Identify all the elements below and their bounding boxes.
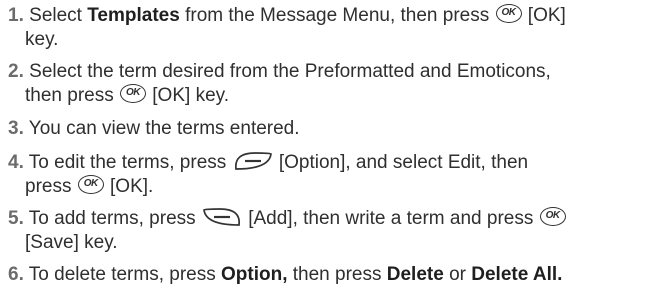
step-text: [OK] bbox=[522, 5, 566, 26]
step-1: 1. Select Templates from the Message Men… bbox=[8, 4, 640, 51]
step-text: [Add], then write a term and press bbox=[242, 208, 539, 229]
step-text: To delete terms, press bbox=[28, 264, 221, 285]
step-number: 3. bbox=[8, 118, 24, 139]
ok-key-label: OK bbox=[83, 177, 99, 189]
step-text: or bbox=[443, 264, 472, 285]
step-number: 4. bbox=[8, 152, 24, 173]
step-text: key. bbox=[25, 28, 59, 50]
step-line: 2. Select the term desired from the Pref… bbox=[8, 60, 640, 84]
step-line: press OK [OK]. bbox=[8, 174, 640, 199]
step-4: 4. To edit the terms, press [Option], an… bbox=[8, 150, 640, 198]
right-soft-key-icon bbox=[203, 208, 240, 226]
step-text: To edit the terms, press bbox=[28, 152, 232, 173]
step-line: 5. To add terms, press [Add], then write… bbox=[8, 206, 640, 231]
step-text-bold: Option, bbox=[221, 264, 288, 285]
step-line: key. bbox=[8, 28, 640, 52]
step-line: 3. You can view the terms entered. bbox=[8, 117, 640, 141]
step-text: Select the term desired from the Preform… bbox=[29, 61, 551, 82]
step-text: then press bbox=[25, 84, 119, 106]
step-6: 6. To delete terms, press Option, then p… bbox=[8, 263, 640, 287]
ok-key-label: OK bbox=[501, 7, 517, 18]
step-5: 5. To add terms, press [Add], then write… bbox=[8, 206, 640, 254]
step-text: [Option], and select Edit, then bbox=[273, 152, 529, 173]
step-text: To add terms, press bbox=[28, 208, 201, 229]
step-text-bold: Templates bbox=[87, 5, 180, 26]
ok-key-label: OK bbox=[545, 210, 561, 221]
step-text-bold: Delete bbox=[386, 264, 444, 285]
step-number: 5. bbox=[8, 208, 24, 229]
step-text-bold: Delete All. bbox=[471, 264, 563, 285]
step-line: 4. To edit the terms, press [Option], an… bbox=[8, 150, 640, 175]
step-number: 2. bbox=[8, 61, 24, 82]
left-soft-key-icon bbox=[234, 152, 272, 170]
ok-key-icon: OK bbox=[77, 174, 104, 194]
step-text: You can view the terms entered. bbox=[28, 118, 300, 139]
step-text: then press bbox=[287, 264, 387, 285]
step-line: 6. To delete terms, press Option, then p… bbox=[8, 263, 640, 287]
step-2: 2. Select the term desired from the Pref… bbox=[8, 60, 640, 107]
step-text: from the Message Menu, then press bbox=[179, 5, 495, 26]
ok-key-icon: OK bbox=[495, 4, 522, 23]
step-number: 6. bbox=[8, 264, 24, 285]
step-text: Select bbox=[29, 5, 88, 26]
step-line: 1. Select Templates from the Message Men… bbox=[8, 4, 640, 28]
ok-key-label: OK bbox=[126, 86, 141, 98]
step-line: [Save] key. bbox=[8, 231, 640, 255]
step-text: [OK]. bbox=[104, 175, 154, 197]
step-text: press bbox=[25, 175, 77, 197]
ok-key-icon: OK bbox=[539, 207, 566, 226]
instruction-list: 1. Select Templates from the Message Men… bbox=[0, 0, 646, 305]
step-3: 3. You can view the terms entered. bbox=[8, 117, 640, 141]
step-text: [Save] key. bbox=[25, 231, 118, 253]
ok-key-icon: OK bbox=[120, 83, 146, 103]
step-number: 1. bbox=[8, 5, 24, 26]
step-text: [OK] key. bbox=[147, 84, 230, 106]
step-line: then press OK [OK] key. bbox=[8, 83, 640, 108]
